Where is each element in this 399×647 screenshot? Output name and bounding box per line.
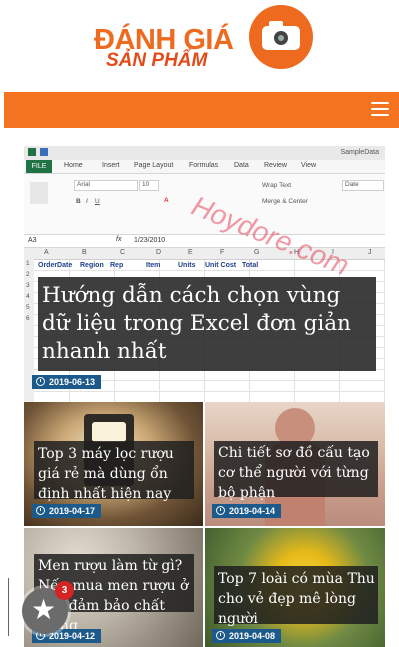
- featured-date-badge: 2019-06-13: [32, 375, 102, 389]
- star-icon: ★: [31, 593, 57, 626]
- date-text: 2019-04-08: [229, 631, 276, 641]
- wrap-text-label: Wrap Text: [262, 182, 292, 189]
- divider-line: [8, 578, 9, 636]
- date-text: 2019-06-13: [49, 377, 96, 387]
- date-text: 2019-04-17: [49, 506, 96, 516]
- clock-icon: [36, 377, 45, 386]
- excel-tab: Review: [264, 162, 287, 169]
- excel-tab: Insert: [102, 162, 120, 169]
- excel-tab-file: FILE: [26, 160, 52, 173]
- font-name-box: Arial: [74, 180, 138, 191]
- paste-icon: [30, 182, 48, 204]
- logo-subtitle: SẢN PHẨM: [106, 50, 208, 71]
- site-logo[interactable]: ĐÁNH GIÁ SẢN PHẨM: [88, 2, 320, 82]
- site-header: ĐÁNH GIÁ SẢN PHẨM: [0, 0, 399, 92]
- cell-reference: A3: [28, 237, 37, 244]
- article-title[interactable]: Chi tiết sơ đồ cấu tạo cơ thể người với …: [218, 443, 378, 503]
- article-date-badge: 2019-04-17: [32, 504, 102, 518]
- merge-center-label: Merge & Center: [262, 198, 308, 205]
- article-title[interactable]: Top 7 loài có mùa Thu cho vẻ đẹp mê lòng…: [218, 569, 378, 629]
- date-text: 2019-04-14: [229, 506, 276, 516]
- featured-article-title[interactable]: Hướng dẫn cách chọn vùng dữ liệu trong E…: [42, 282, 372, 366]
- floating-share-widget[interactable]: ★ 3: [8, 578, 74, 643]
- font-size-box: 10: [139, 180, 159, 191]
- excel-title-bar: SampleData: [24, 146, 385, 160]
- clock-icon: [36, 506, 45, 515]
- article-date-badge: 2019-04-14: [212, 504, 282, 518]
- bold-icon: B: [76, 198, 81, 205]
- excel-tab: Data: [234, 162, 249, 169]
- excel-tab: Formulas: [189, 162, 219, 169]
- clock-icon: [216, 506, 225, 515]
- notification-badge: 3: [55, 581, 74, 600]
- hamburger-menu-icon[interactable]: [371, 102, 389, 118]
- number-format-box: Date: [342, 180, 384, 191]
- excel-tab: Home: [64, 162, 83, 169]
- font-color-icon: A: [164, 197, 169, 204]
- excel-tab: View: [301, 162, 317, 169]
- article-date-badge: 2019-04-08: [212, 629, 282, 643]
- camera-icon: [249, 5, 313, 69]
- italic-icon: I: [86, 198, 88, 205]
- fx-icon: fx: [116, 236, 122, 243]
- article-title[interactable]: Top 3 máy lọc rượu giá rẻ mà dùng ổn địn…: [38, 444, 196, 504]
- nav-bar: [4, 92, 399, 128]
- clock-icon: [216, 631, 225, 640]
- excel-tab: Page Layout: [134, 162, 174, 169]
- excel-ribbon-tabs: FILE Home Insert Page Layout Formulas Da…: [24, 160, 385, 174]
- excel-filename: SampleData: [340, 149, 379, 156]
- formula-value: 1/23/2010: [134, 237, 166, 244]
- underline-icon: U: [95, 198, 100, 205]
